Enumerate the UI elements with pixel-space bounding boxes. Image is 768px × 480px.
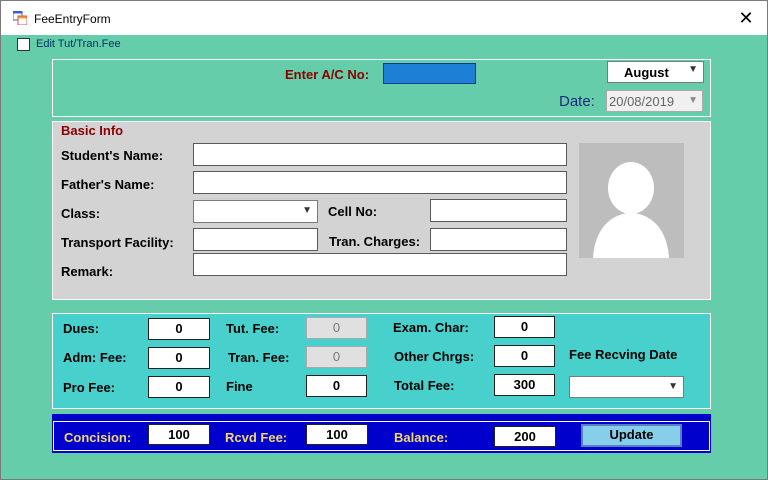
fathers-name-label: Father's Name: <box>61 177 155 192</box>
dues-label: Dues: <box>63 321 100 336</box>
fee-entry-window: FeeEntryForm ✕ Edit Tut/Tran.Fee Enter A… <box>0 0 768 480</box>
cell-no-label: Cell No: <box>328 204 378 219</box>
date-value: 20/08/2019 <box>609 94 675 109</box>
month-select[interactable]: August ▼ <box>607 61 704 83</box>
adm-fee-label: Adm: Fee: <box>63 350 127 365</box>
received-fee-label: Rcvd Fee: <box>225 430 288 445</box>
students-name-input[interactable] <box>193 143 567 166</box>
other-charges-input[interactable]: 0 <box>494 345 555 367</box>
tut-fee-input[interactable]: 0 <box>306 317 367 339</box>
concision-input[interactable]: 100 <box>148 424 210 445</box>
basic-info-title: Basic Info <box>61 123 124 138</box>
adm-fee-input[interactable]: 0 <box>148 347 210 369</box>
edit-fee-checkbox-label: Edit Tut/Tran.Fee <box>36 38 121 50</box>
month-value: August <box>624 65 669 80</box>
close-button[interactable]: ✕ <box>725 1 767 35</box>
chevron-down-icon: ▼ <box>668 381 678 392</box>
tran-fee-label: Tran. Fee: <box>228 350 290 365</box>
students-name-label: Student's Name: <box>61 148 164 163</box>
fine-label: Fine <box>226 379 253 394</box>
form-icon <box>13 11 27 25</box>
concision-label: Concision: <box>64 430 132 445</box>
remark-input[interactable] <box>193 253 567 276</box>
class-label: Class: <box>61 206 101 221</box>
exam-charge-label: Exam. Char: <box>393 320 469 335</box>
window-title: FeeEntryForm <box>34 12 111 26</box>
fine-input[interactable]: 0 <box>306 375 367 397</box>
student-photo[interactable] <box>579 143 684 258</box>
edit-fee-checkbox[interactable] <box>17 38 30 51</box>
transport-facility-label: Transport Facility: <box>61 235 174 250</box>
total-fee-label: Total Fee: <box>394 378 455 393</box>
close-icon: ✕ <box>738 7 754 28</box>
title-bar: FeeEntryForm ✕ <box>1 1 767 35</box>
account-input[interactable] <box>383 63 476 84</box>
transport-facility-input[interactable] <box>193 228 318 251</box>
fee-receiving-date-label: Fee Recving Date <box>569 347 678 362</box>
balance-label: Balance: <box>394 430 449 445</box>
pro-fee-input[interactable]: 0 <box>148 376 210 398</box>
chevron-down-icon: ▼ <box>302 205 312 216</box>
fathers-name-input[interactable] <box>193 171 567 194</box>
total-fee-input[interactable]: 300 <box>494 374 555 396</box>
fee-receiving-date-select[interactable]: ▼ <box>569 376 684 398</box>
date-picker[interactable]: 20/08/2019 ▼ <box>606 90 703 112</box>
dues-input[interactable]: 0 <box>148 318 210 340</box>
received-fee-input[interactable]: 100 <box>306 424 368 445</box>
date-label: Date: <box>559 93 595 110</box>
chevron-down-icon: ▼ <box>688 95 698 106</box>
avatar-placeholder-icon <box>579 143 684 258</box>
tran-charges-label: Tran. Charges: <box>329 234 421 249</box>
remark-label: Remark: <box>61 264 114 279</box>
exam-charge-input[interactable]: 0 <box>494 316 555 338</box>
chevron-down-icon: ▼ <box>688 64 698 75</box>
tut-fee-label: Tut. Fee: <box>226 321 280 336</box>
class-select[interactable]: ▼ <box>193 200 318 223</box>
pro-fee-label: Pro Fee: <box>63 380 116 395</box>
tran-fee-input[interactable]: 0 <box>306 346 367 368</box>
other-charges-label: Other Chrgs: <box>394 349 475 364</box>
cell-no-input[interactable] <box>430 199 567 222</box>
account-label: Enter A/C No: <box>285 67 370 82</box>
update-button[interactable]: Update <box>581 424 682 447</box>
balance-input[interactable]: 200 <box>494 426 556 447</box>
tran-charges-input[interactable] <box>430 228 567 251</box>
